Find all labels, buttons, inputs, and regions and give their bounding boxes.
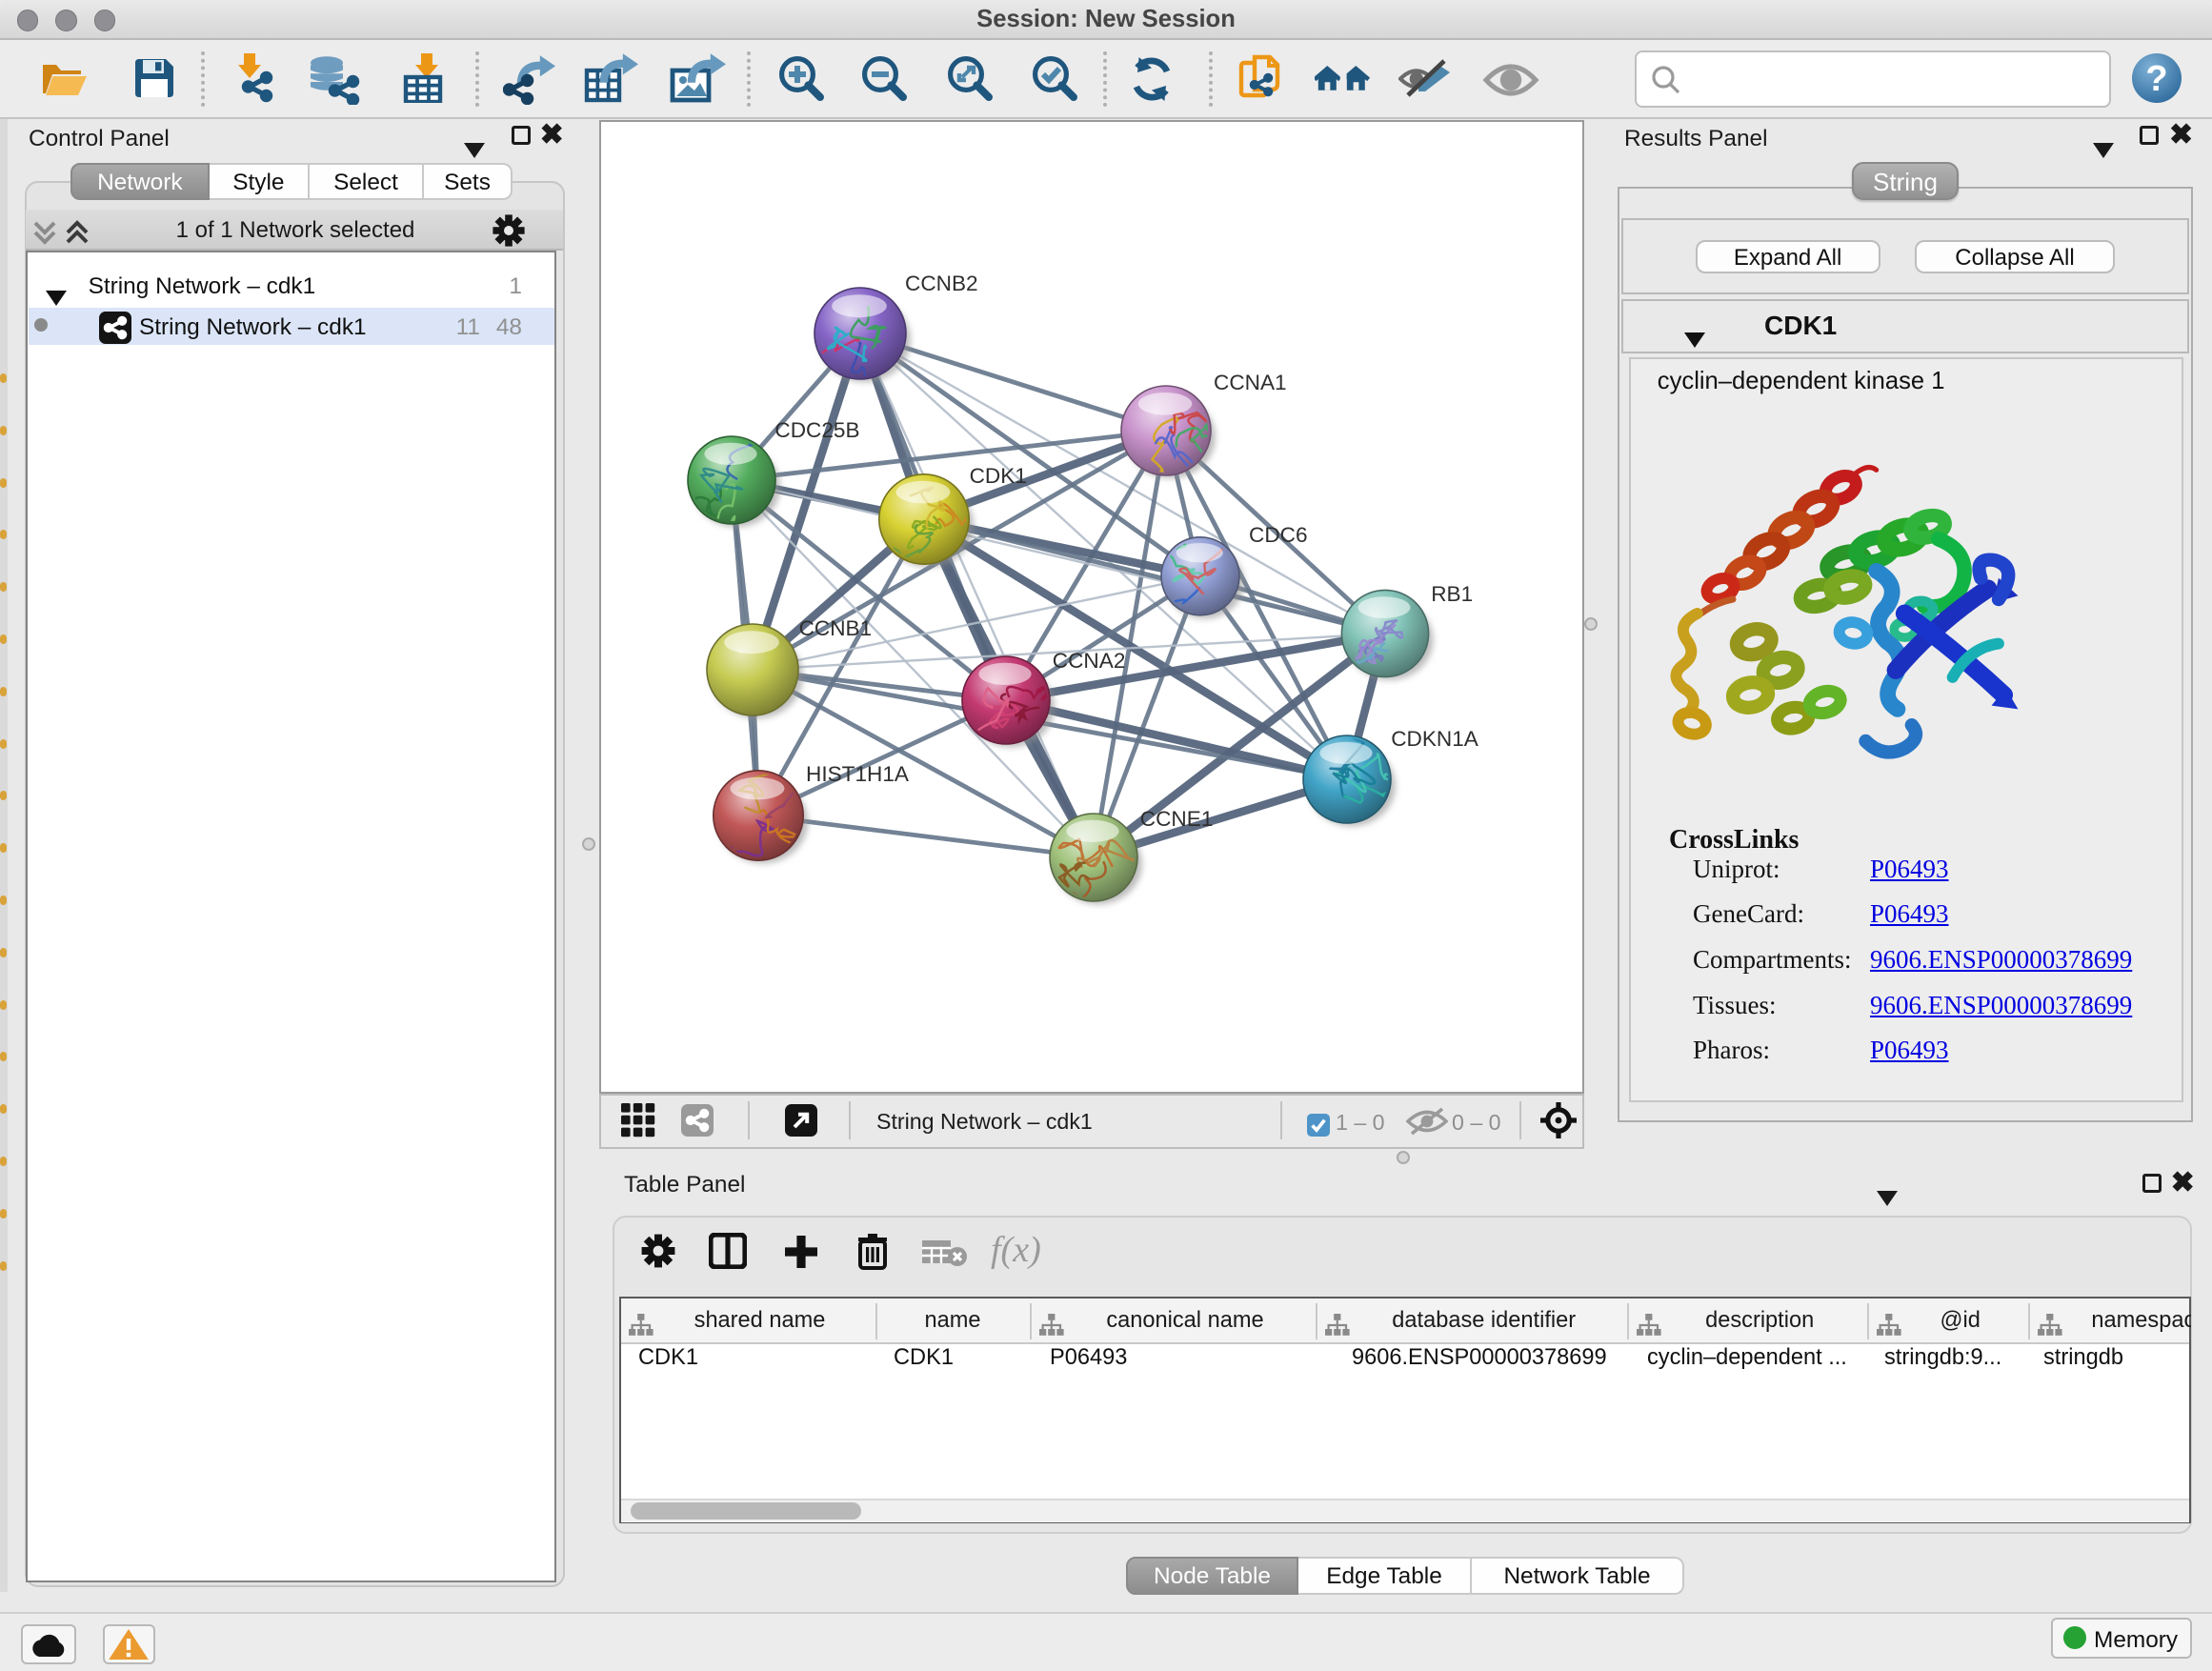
svg-text:CCNB2: CCNB2 — [905, 272, 978, 295]
svg-text:CDC25B: CDC25B — [774, 418, 859, 442]
svg-text:CDKN1A: CDKN1A — [1391, 727, 1479, 751]
svg-text:CCNB1: CCNB1 — [799, 616, 873, 640]
svg-text:CDK1: CDK1 — [970, 464, 1027, 488]
svg-text:CCNE1: CCNE1 — [1140, 807, 1214, 831]
svg-text:CCNA1: CCNA1 — [1214, 371, 1287, 394]
svg-text:CDC6: CDC6 — [1249, 523, 1308, 547]
svg-text:CCNA2: CCNA2 — [1053, 649, 1126, 673]
svg-text:HIST1H1A: HIST1H1A — [806, 762, 910, 786]
svg-text:f(x): f(x) — [991, 1230, 1041, 1270]
svg-text:RB1: RB1 — [1431, 582, 1473, 606]
svg-text:?: ? — [2145, 59, 2167, 99]
